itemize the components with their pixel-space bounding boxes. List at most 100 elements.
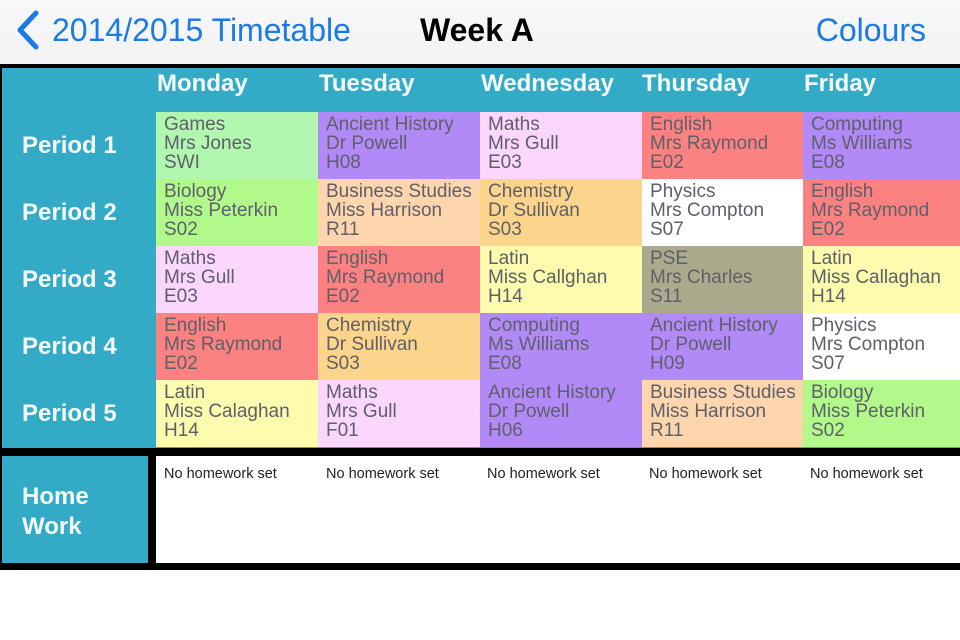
lesson-cell[interactable]: Maths Mrs Gull E03: [156, 246, 318, 313]
homework-cell-wednesday[interactable]: No homework set: [487, 466, 600, 482]
lesson-cell[interactable]: Computing Ms Williams E08: [480, 313, 642, 380]
lesson-room: S03: [326, 353, 360, 374]
lesson-cell[interactable]: English Mrs Raymond E02: [642, 112, 803, 179]
lesson-subject: Computing: [488, 315, 580, 336]
lesson-room: S11: [650, 286, 683, 307]
homework-cell-monday[interactable]: No homework set: [164, 466, 277, 482]
lesson-room: S03: [488, 219, 522, 240]
lesson-cell[interactable]: Computing Ms Williams E08: [803, 112, 960, 179]
lesson-subject: Maths: [326, 382, 378, 403]
lesson-teacher: Dr Sullivan: [326, 334, 418, 355]
lesson-teacher: Mrs Raymond: [164, 334, 283, 355]
lesson-teacher: Mrs Compton: [811, 334, 926, 355]
lesson-subject: English: [164, 315, 227, 336]
lesson-subject: Computing: [811, 114, 903, 135]
lesson-teacher: Dr Powell: [326, 133, 408, 154]
lesson-room: E02: [811, 219, 845, 240]
lesson-room: E02: [650, 152, 684, 173]
lesson-room: F01: [326, 420, 359, 441]
lesson-subject: Ancient History: [650, 315, 778, 336]
lesson-subject: Chemistry: [488, 181, 574, 202]
lesson-teacher: Dr Powell: [488, 401, 570, 422]
lesson-room: E08: [811, 152, 845, 173]
lesson-cell[interactable]: English Mrs Raymond E02: [803, 179, 960, 246]
lesson-room: H08: [326, 152, 361, 173]
day-header-wednesday: Wednesday: [481, 70, 614, 97]
lesson-teacher: Miss Harrison: [326, 200, 443, 221]
day-header-thursday: Thursday: [642, 70, 751, 97]
lesson-cell[interactable]: Physics Mrs Compton S07: [803, 313, 960, 380]
lesson-cell[interactable]: Latin Miss Callghan H14: [480, 246, 642, 313]
lesson-cell[interactable]: Chemistry Dr Sullivan S03: [480, 179, 642, 246]
lesson-room: E03: [488, 152, 522, 173]
lesson-cell[interactable]: PSE Mrs Charles S11: [642, 246, 803, 313]
page-title: Week A: [420, 12, 534, 48]
lesson-room: E02: [164, 353, 198, 374]
lesson-cell[interactable]: Ancient History Dr Powell H09: [642, 313, 803, 380]
lesson-room: S02: [811, 420, 845, 441]
homework-label: Home Work: [22, 482, 89, 542]
lesson-cell[interactable]: Maths Mrs Gull E03: [480, 112, 642, 179]
back-button-label: 2014/2015 Timetable: [52, 11, 351, 48]
back-button[interactable]: 2014/2015 Timetable: [14, 8, 351, 52]
lesson-cell[interactable]: Latin Miss Callaghan H14: [803, 246, 960, 313]
lesson-cell[interactable]: Biology Miss Peterkin S02: [803, 380, 960, 447]
lesson-room: E03: [164, 286, 198, 307]
lesson-room: E02: [326, 286, 360, 307]
lesson-room: H14: [488, 286, 523, 307]
lesson-room: R11: [650, 420, 684, 441]
lesson-subject: Ancient History: [488, 382, 616, 403]
lesson-teacher: Mrs Raymond: [326, 267, 445, 288]
lesson-cell[interactable]: Physics Mrs Compton S07: [642, 179, 803, 246]
lesson-subject: Latin: [811, 248, 853, 269]
lesson-subject: Physics: [650, 181, 716, 202]
lesson-room: SWI: [164, 152, 200, 173]
lesson-cell[interactable]: Ancient History Dr Powell H06: [480, 380, 642, 447]
lesson-cell[interactable]: Business Studies Miss Harrison R11: [318, 179, 480, 246]
lesson-teacher: Mrs Raymond: [650, 133, 769, 154]
lesson-subject: Maths: [488, 114, 540, 135]
lesson-room: H14: [164, 420, 199, 441]
lesson-cell[interactable]: Chemistry Dr Sullivan S03: [318, 313, 480, 380]
lesson-teacher: Miss Calaghan: [164, 401, 290, 422]
homework-row: No homework set No homework set No homewor…: [156, 456, 960, 563]
lesson-subject: English: [326, 248, 389, 269]
lesson-subject: Biology: [811, 382, 874, 403]
homework-cell-friday[interactable]: No homework set: [810, 466, 923, 482]
lesson-subject: Chemistry: [326, 315, 412, 336]
lesson-cell[interactable]: Games Mrs Jones SWI: [156, 112, 318, 179]
day-header-tuesday: Tuesday: [319, 70, 415, 97]
lesson-room: S02: [164, 219, 198, 240]
lesson-cell[interactable]: English Mrs Raymond E02: [156, 313, 318, 380]
lesson-cell[interactable]: Latin Miss Calaghan H14: [156, 380, 318, 447]
period-label-5: Period 5: [22, 400, 117, 427]
lesson-subject: Business Studies: [326, 181, 472, 202]
lesson-room: H09: [650, 353, 685, 374]
homework-cell-thursday[interactable]: No homework set: [649, 466, 762, 482]
lesson-teacher: Miss Harrison: [650, 401, 767, 422]
lesson-cell[interactable]: Ancient History Dr Powell H08: [318, 112, 480, 179]
lesson-cell[interactable]: Maths Mrs Gull F01: [318, 380, 480, 447]
lesson-grid: Games Mrs Jones SWI Ancient History Dr Powel…: [156, 112, 960, 447]
homework-label-line1: Home: [22, 483, 89, 510]
lesson-room: R11: [326, 219, 360, 240]
lesson-cell[interactable]: Business Studies Miss Harrison R11: [642, 380, 803, 447]
lesson-teacher: Mrs Compton: [650, 200, 765, 221]
period-label-3: Period 3: [22, 266, 117, 293]
lesson-teacher: Ms Williams: [488, 334, 590, 355]
period-label-4: Period 4: [22, 333, 117, 360]
lesson-subject: Business Studies: [650, 382, 796, 403]
lesson-teacher: Mrs Gull: [164, 267, 235, 288]
homework-label-line2: Work: [22, 513, 82, 540]
colours-button[interactable]: Colours: [816, 12, 926, 49]
homework-cell-tuesday[interactable]: No homework set: [326, 466, 439, 482]
lesson-cell[interactable]: English Mrs Raymond E02: [318, 246, 480, 313]
lesson-teacher: Miss Callghan: [488, 267, 608, 288]
lesson-subject: Ancient History: [326, 114, 454, 135]
navigation-bar: 2014/2015 Timetable Week A Colours: [0, 0, 960, 64]
homework-label-box: Home Work: [2, 456, 148, 563]
lesson-teacher: Dr Sullivan: [488, 200, 580, 221]
lesson-room: S07: [650, 219, 684, 240]
lesson-teacher: Mrs Jones: [164, 133, 252, 154]
lesson-cell[interactable]: Biology Miss Peterkin S02: [156, 179, 318, 246]
